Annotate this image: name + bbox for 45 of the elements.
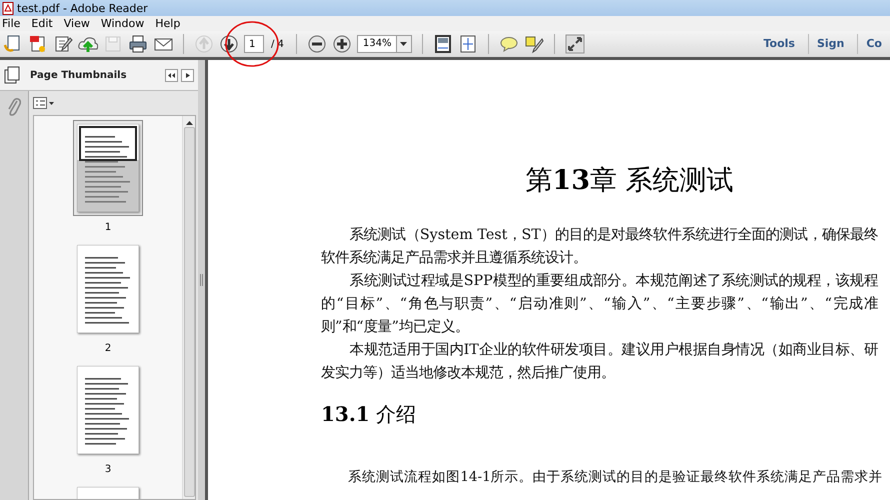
fit-width-icon[interactable] [458, 34, 478, 54]
splitter-grip-icon[interactable] [200, 274, 203, 286]
page-number-field[interactable]: 1 [244, 35, 264, 53]
paperclip-icon[interactable] [7, 97, 21, 117]
menu-item[interactable]: Edit [31, 17, 53, 30]
pages-icon[interactable] [4, 66, 20, 84]
zoom-field[interactable]: 134% [356, 35, 412, 53]
menu-item[interactable]: File [2, 17, 20, 30]
menu-item[interactable]: Help [155, 17, 180, 30]
print-icon[interactable] [128, 34, 148, 54]
toolbar-link[interactable]: Sign [808, 34, 852, 54]
fit-page-icon[interactable] [432, 34, 453, 54]
zoom-in-icon[interactable] [332, 34, 352, 54]
chapter-title: 第13章 系统测试 [524, 164, 735, 198]
page-label: 3 [104, 464, 112, 475]
caret-icon[interactable] [400, 42, 408, 46]
toolbar-link[interactable]: Tools [755, 34, 803, 54]
body-paragraph: 本规范适用于国内IT企业的软件研发项目。建议用户根据自身情况（如商业目标、研发实力等）适当地修改本规范，然后推广使用。 [321, 340, 878, 383]
highlight-circle [224, 20, 280, 68]
edit-document-icon[interactable] [53, 34, 73, 54]
expand-icon[interactable] [564, 34, 585, 54]
options-menu-icon[interactable] [33, 97, 55, 109]
highlight-text-icon[interactable] [524, 34, 544, 54]
scroll-up-icon[interactable] [186, 121, 192, 125]
page-label: 1 [104, 222, 112, 233]
page-count: / 4 [271, 38, 284, 50]
page-label: 2 [104, 343, 112, 354]
expand-button[interactable] [181, 68, 194, 82]
menu-item[interactable]: Window [100, 17, 144, 30]
pdf-document-icon[interactable] [28, 34, 48, 54]
zoom-out-icon[interactable] [306, 34, 327, 54]
double-arrow-left-icon [168, 72, 175, 78]
arrow-down-icon[interactable] [219, 34, 239, 54]
body-paragraph: 系统测试过程域是SPP模型的重要组成部分。本规范阐述了系统测试的规程，该规程的“目标”、“角色与职责”、“启动准则”、“输入”、“主要步骤”、“输出”、“完成准则”和“度量”均已定义。 [321, 272, 878, 337]
menu-item[interactable]: View [64, 17, 90, 30]
arrow-right-icon [186, 72, 190, 78]
collapse-button[interactable] [165, 68, 178, 82]
body-paragraph: 系统测试（System Test，ST）的目的是对最终软件系统进行全面的测试，确保最终软件系统满足产品需求并且遵循系统设计。 [321, 226, 878, 268]
window-title: test.pdf - Adobe Reader [17, 2, 148, 14]
panel-title: Page Thumbnails [30, 70, 128, 80]
comment-icon[interactable] [498, 34, 519, 54]
section-heading: 13.1 介绍 [321, 401, 418, 428]
pdf-file-icon [2, 2, 14, 14]
toolbar-link[interactable]: Co [857, 34, 890, 54]
scrollbar-thumb[interactable] [184, 127, 194, 497]
